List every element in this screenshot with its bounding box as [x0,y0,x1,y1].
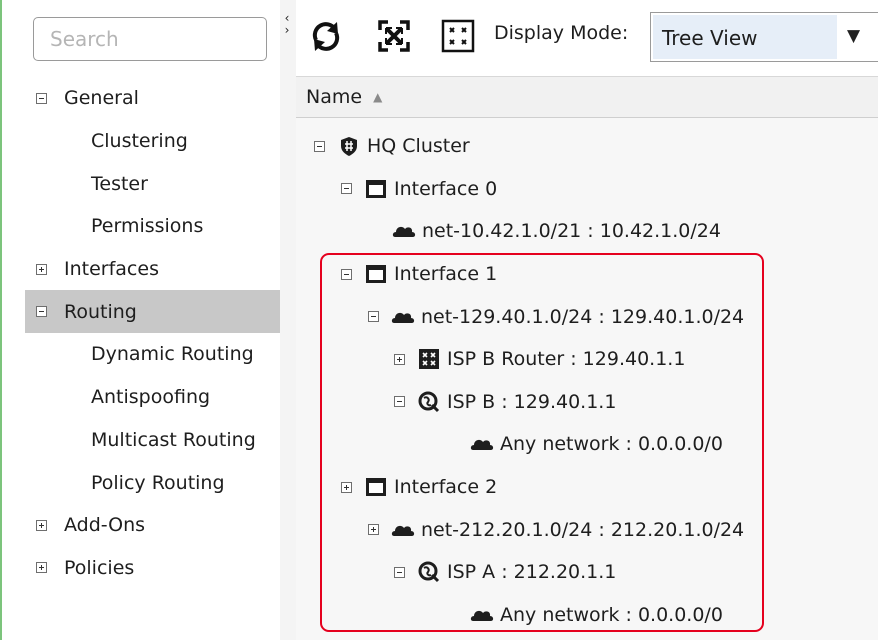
expand-icon[interactable] [368,524,379,536]
collapse-icon[interactable] [394,566,405,578]
sidebar-item-label: General [64,87,139,110]
name-column-label: Name [306,86,363,108]
sidebar-item-label: Routing [64,300,137,323]
network-cloud-icon [470,603,494,627]
sidebar-item-multicast-routing[interactable]: Multicast Routing [2,419,280,462]
refresh-button[interactable] [308,18,344,54]
search-box[interactable] [33,17,267,61]
interface-icon [364,177,388,201]
sidebar-item-tester[interactable]: Tester [2,162,280,205]
expand-icon[interactable] [394,353,405,365]
collapse-icon[interactable] [368,311,379,323]
layout-button[interactable] [440,18,476,54]
tree-row[interactable]: ISP B : 129.40.1.1 [296,381,878,424]
sidebar-item-label: Permissions [91,215,204,238]
collapse-icon[interactable] [394,396,405,408]
chevron-down-icon[interactable]: ▼ [847,26,860,46]
search-input[interactable] [34,18,266,60]
tree-row-label: ISP B Router : 129.40.1.1 [447,348,686,371]
sidebar-item-add-ons[interactable]: Add-Ons [2,504,280,547]
display-mode-select[interactable]: Tree View ▼ [650,12,878,62]
expand-icon[interactable] [341,481,352,493]
sidebar: General Clustering Tester Permissions Interf… [2,0,280,640]
sidebar-item-general[interactable]: General [2,77,280,120]
isp-globe-icon [417,390,441,414]
tree-row[interactable]: net-212.20.1.0/24 : 212.20.1.0/24 [296,508,878,551]
collapse-icon[interactable] [36,92,47,104]
tree-row-label: Interface 0 [394,177,498,200]
tree-row[interactable]: net-129.40.1.0/24 : 129.40.1.0/24 [296,295,878,338]
collapse-icon[interactable] [36,306,47,318]
grid-layout-icon [441,19,475,53]
tree-row-label: Any network : 0.0.0.0/0 [500,433,723,456]
sidebar-item-clustering[interactable]: Clustering [2,120,280,163]
sidebar-item-interfaces[interactable]: Interfaces [2,248,280,291]
sidebar-item-permissions[interactable]: Permissions [2,205,280,248]
tree-row[interactable]: Interface 0 [296,168,878,211]
network-cloud-icon [392,219,416,243]
display-mode-value: Tree View [653,15,837,59]
tree-row-label: net-212.20.1.0/24 : 212.20.1.0/24 [421,518,745,541]
name-column-header[interactable]: Name ▲ [296,76,878,118]
sidebar-item-routing[interactable]: Routing [25,290,280,334]
sidebar-item-label: Antispoofing [91,386,211,409]
tree-row-label: net-129.40.1.0/24 : 129.40.1.0/24 [421,305,745,328]
collapse-panel-arrows[interactable]: ‹ › [281,12,293,36]
sidebar-item-label: Policies [64,556,135,579]
sidebar-item-label: Tester [91,172,148,195]
tree-row[interactable]: ISP A : 212.20.1.1 [296,551,878,594]
fit-to-view-icon [378,20,410,52]
network-cloud-icon [391,305,415,329]
sidebar-item-label: Add-Ons [64,514,146,537]
tree-row-label: HQ Cluster [367,135,470,158]
tree-row[interactable]: Interface 2 [296,466,878,509]
interface-icon [364,475,388,499]
tree-row[interactable]: ISP B Router : 129.40.1.1 [296,338,878,381]
tree-row-label: Interface 1 [394,263,498,286]
tree-row-label: ISP B : 129.40.1.1 [447,390,617,413]
sidebar-item-policies[interactable]: Policies [2,547,280,590]
tree-row[interactable]: Interface 1 [296,253,878,296]
tree-row-label: net-10.42.1.0/21 : 10.42.1.0/24 [422,220,721,243]
expand-icon[interactable] [36,519,47,531]
sidebar-item-label: Clustering [91,130,188,153]
tree-row[interactable]: Any network : 0.0.0.0/0 [296,594,878,637]
network-cloud-icon [391,518,415,542]
sidebar-item-policy-routing[interactable]: Policy Routing [2,461,280,504]
topology-tree: Name ▲ HQ Cluster Interface 0 net-10.42.1.… [296,76,878,640]
panel-splitter[interactable]: ‹ › [280,0,296,640]
tree-row-label: Any network : 0.0.0.0/0 [500,603,723,626]
expand-icon[interactable] [36,263,47,275]
sidebar-item-label: Interfaces [64,258,159,281]
isp-globe-icon [417,560,441,584]
tree-row-label: ISP A : 212.20.1.1 [447,561,617,584]
tree-row-label: Interface 2 [394,476,498,499]
sidebar-item-dynamic-routing[interactable]: Dynamic Routing [2,333,280,376]
cluster-icon [337,134,361,158]
refresh-icon [312,22,340,51]
tree-row[interactable]: HQ Cluster [296,125,878,168]
collapse-icon[interactable] [314,140,325,152]
sidebar-item-label: Multicast Routing [91,428,256,451]
tree-row[interactable]: Any network : 0.0.0.0/0 [296,423,878,466]
network-cloud-icon [470,432,494,456]
sidebar-item-antispoofing[interactable]: Antispoofing [2,376,280,419]
collapse-icon[interactable] [341,183,352,195]
router-icon [417,347,441,371]
toolbar: Display Mode: Tree View ▼ [296,0,878,76]
sidebar-item-label: Policy Routing [91,471,225,494]
sidebar-item-label: Dynamic Routing [91,343,254,366]
sidebar-nav: General Clustering Tester Permissions Interf… [2,77,280,589]
display-mode-label: Display Mode: [494,22,629,44]
collapse-icon[interactable] [341,268,352,280]
fit-to-view-button[interactable] [376,18,412,54]
tree-row[interactable]: net-10.42.1.0/21 : 10.42.1.0/24 [296,210,878,253]
interface-icon [364,262,388,286]
sort-ascending-icon: ▲ [373,90,383,104]
expand-icon[interactable] [36,562,47,574]
